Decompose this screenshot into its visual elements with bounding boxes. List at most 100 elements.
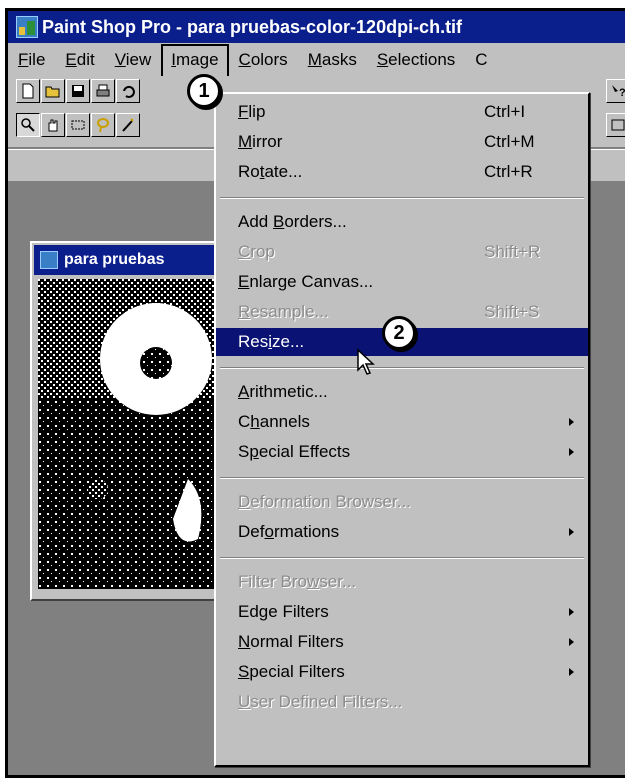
menu-label: elections	[388, 50, 456, 69]
magic-wand-icon	[122, 118, 134, 132]
menu-label: olors	[250, 50, 288, 69]
menu-item-shortcut: Shift+S	[484, 302, 540, 321]
menu-item-text: rmations	[273, 522, 340, 541]
menu-item-text: Add	[238, 212, 273, 231]
selection-tool-button[interactable]	[66, 113, 90, 137]
menu-separator	[220, 197, 584, 199]
menu-label: ile	[28, 50, 46, 69]
menu-item-text: pecial Filters	[249, 662, 345, 681]
app-icon	[16, 16, 38, 38]
menu-item-mnemonic: S	[238, 662, 250, 681]
menu-item-label: Mirror	[238, 128, 282, 156]
submenu-arrow-icon	[569, 418, 574, 426]
menu-item-label: Deformations	[238, 518, 339, 546]
menu-item-text: esample...	[250, 302, 329, 321]
document-title-bar[interactable]: para pruebas	[34, 245, 236, 275]
menu-item-flip[interactable]: Flip Ctrl+I	[216, 98, 588, 126]
lasso-icon	[97, 118, 109, 133]
window-title: Paint Shop Pro - para pruebas-color-120d…	[42, 16, 463, 37]
menu-mnemonic: V	[114, 50, 126, 69]
menu-label: C	[475, 50, 488, 69]
menu-item-shortcut: Ctrl+M	[484, 132, 535, 151]
menu-item-arithmetic[interactable]: Arithmetic...	[216, 378, 588, 406]
menu-image[interactable]: Image	[161, 44, 229, 76]
document-window[interactable]: para pruebas	[30, 241, 240, 601]
menu-item-mnemonic: o	[264, 522, 274, 541]
menu-item-rotate[interactable]: Rotate... Ctrl+R	[216, 158, 588, 186]
marquee-icon	[71, 120, 85, 130]
menu-item-edge-filters[interactable]: Edge Filters	[216, 598, 588, 626]
menu-item-text: ze...	[272, 332, 305, 351]
menu-item-deformations[interactable]: Deformations	[216, 518, 588, 546]
menu-item-mnemonic: g	[258, 602, 269, 621]
menu-item-mnemonic: D	[238, 492, 251, 511]
menu-item-mirror[interactable]: Mirror Ctrl+M	[216, 128, 588, 156]
menu-item-text: ser...	[319, 572, 357, 591]
menu-item-text: eformation Browser...	[250, 492, 411, 511]
save-button[interactable]	[66, 79, 90, 103]
menu-item-text: rop	[250, 242, 275, 261]
menu-item-crop: Crop Shift+R	[216, 238, 588, 266]
menu-item-label: Channels	[238, 408, 310, 436]
menu-item-label: Rotate...	[238, 158, 302, 186]
menu-item-text: annels	[259, 412, 310, 431]
menu-item-label: Crop	[238, 238, 275, 266]
tool-button-partial[interactable]	[606, 113, 625, 137]
menu-mnemonic: F	[18, 50, 29, 69]
menu-item-shortcut: Ctrl+I	[484, 102, 526, 121]
menu-item-mnemonic: A	[238, 382, 250, 401]
menu-item-normal-filters[interactable]: Normal Filters	[216, 628, 588, 656]
menu-item-mnemonic: N	[238, 632, 251, 651]
menu-item-add-borders[interactable]: Add Borders...	[216, 208, 588, 236]
menu-item-label: Arithmetic...	[238, 378, 328, 406]
menu-label: iew	[125, 50, 152, 69]
lasso-tool-button[interactable]	[91, 113, 115, 137]
menu-item-label: Deformation Browser...	[238, 488, 411, 516]
menu-file[interactable]: File	[8, 45, 55, 75]
undo-button[interactable]	[116, 79, 140, 103]
menu-item-mnemonic: E	[238, 272, 250, 291]
menu-item-label: User Defined Filters...	[238, 688, 402, 716]
help-button[interactable]: ?	[606, 79, 625, 103]
menu-item-shortcut: Shift+R	[484, 242, 541, 261]
menu-mnemonic: E	[65, 50, 77, 69]
zoom-tool-button[interactable]	[16, 113, 40, 137]
menu-selections[interactable]: Selections	[367, 45, 465, 75]
menu-item-enlarge-canvas[interactable]: Enlarge Canvas...	[216, 268, 588, 296]
menu-item-text: orders...	[284, 212, 347, 231]
menu-c[interactable]: C	[465, 45, 497, 75]
document-icon	[40, 251, 58, 269]
open-file-button[interactable]	[41, 79, 65, 103]
menu-item-mnemonic: F	[238, 102, 249, 121]
context-help-icon: ?	[612, 85, 625, 99]
menu-item-mnemonic: B	[272, 212, 285, 231]
menu-item-text: Ed	[238, 602, 259, 621]
print-button[interactable]	[91, 79, 115, 103]
menu-item-text: Filter Bro	[238, 572, 307, 591]
menu-item-text: rithmetic...	[249, 382, 328, 401]
menu-item-special-filters[interactable]: Special Filters	[216, 658, 588, 686]
new-file-button[interactable]	[16, 79, 40, 103]
magic-wand-tool-button[interactable]	[116, 113, 140, 137]
menu-label: mage	[176, 50, 219, 69]
menu-item-channels[interactable]: Channels	[216, 408, 588, 436]
menu-colors[interactable]: Colors	[229, 45, 298, 75]
menu-item-special-effects[interactable]: Special Effects	[216, 438, 588, 466]
menu-masks[interactable]: Masks	[298, 45, 367, 75]
menu-item-mnemonic: C	[238, 242, 251, 261]
menu-item-text: Def	[238, 522, 265, 541]
menu-separator	[220, 367, 584, 369]
submenu-arrow-icon	[569, 638, 574, 646]
menu-item-label: Resample...	[238, 298, 329, 326]
menu-item-user-defined-filters: User Defined Filters...	[216, 688, 588, 716]
image-canvas[interactable]	[38, 279, 230, 589]
pan-tool-button[interactable]	[41, 113, 65, 137]
menu-item-mnemonic: U	[238, 692, 251, 711]
menu-edit[interactable]: Edit	[55, 45, 104, 75]
menu-item-mnemonic: M	[238, 132, 253, 151]
submenu-arrow-icon	[569, 608, 574, 616]
menu-view[interactable]: View	[105, 45, 162, 75]
callout-1: 1	[187, 74, 221, 108]
menu-mnemonic: C	[238, 50, 251, 69]
menu-item-label: Edge Filters	[238, 598, 329, 626]
